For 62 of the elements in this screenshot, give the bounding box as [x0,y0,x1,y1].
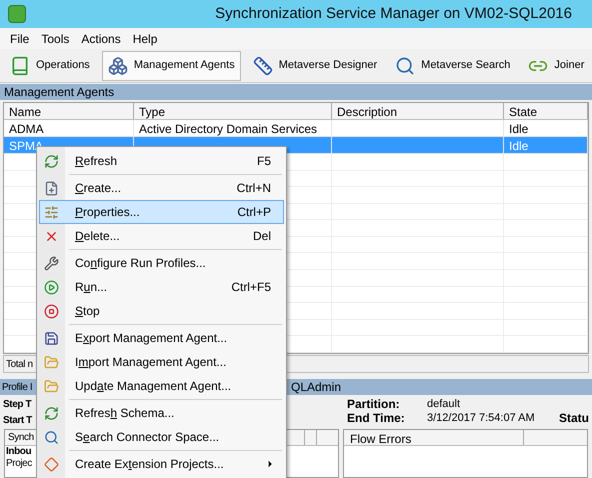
menu-item[interactable]: Import Management Agent... [39,350,284,374]
partition-value: default [427,397,462,411]
menu-item[interactable]: Refresh Schema... [39,401,284,425]
menu-item[interactable]: Stop [39,299,284,323]
start-label: Start T [3,414,32,428]
menu-item[interactable]: Create Extension Projects... [39,452,284,476]
status-label: Statu [559,411,589,425]
column-header[interactable]: Name [4,103,134,119]
toolbar-tab[interactable]: Joiner [522,50,590,80]
toolbar-tab[interactable]: Metaverse Designer [246,50,384,80]
menu-item[interactable]: Search Connector Space... [39,425,284,449]
menu-item[interactable]: Update Management Agent... [39,374,284,398]
menu-item[interactable]: Configure Run Profiles... [39,251,284,275]
refresh-icon [44,406,59,420]
table-cell: Projec [6,458,32,469]
menu-item[interactable]: Delete... Del [39,224,284,248]
total-label: Total n [6,358,33,372]
menu-item[interactable]: Export Management Agent... [39,326,284,350]
toolbar-tab[interactable]: Management Agents [102,50,241,80]
table-cell: Idle [509,122,528,136]
profile-label: Profile I [2,380,34,394]
partition-label: Partition: [347,397,401,411]
stop-icon [44,304,59,318]
shortcut-label: F5 [256,153,271,170]
window-title: Synchronization Service Manager on VM02-SQL2016 [215,4,572,24]
step-label: Step T [3,398,32,412]
column-header[interactable]: Type [134,103,332,119]
book-icon [10,56,30,76]
menu-item[interactable]: Help [126,30,164,48]
table-cell: Active Directory Domain Services [139,122,318,136]
menu-item[interactable]: File [4,30,36,48]
search-icon [395,56,416,76]
end-time-value: 3/12/2017 7:54:07 AM [427,411,536,425]
end-time-label: End Time: [347,411,406,425]
menu-item[interactable]: Create... Ctrl+N [39,176,284,200]
folder-icon [44,354,59,370]
new-file-icon [44,180,59,196]
column-header[interactable]: Synch [8,432,34,443]
menu-item[interactable]: Actions [75,30,127,48]
table-cell: Inbou [6,446,32,457]
menu-item[interactable]: Properties... Ctrl+P [39,200,284,224]
shortcut-label: Ctrl+N [236,180,271,197]
play-icon [44,280,59,294]
shortcut-label: Ctrl+F5 [231,279,271,296]
menu-item[interactable]: Run... Ctrl+F5 [39,275,284,299]
panel-title: Management Agents [4,84,114,101]
folder-icon [44,378,59,394]
shortcut-label: Del [252,228,271,245]
menu-item[interactable]: Tools [35,30,76,48]
profile-user: QLAdmin [291,379,342,396]
save-icon [44,330,59,346]
diamond-icon [44,456,59,472]
toolbar-tab[interactable]: Operations [4,50,96,80]
app-icon [8,5,26,23]
shortcut-label: Ctrl+P [237,204,271,221]
toolbar-tab[interactable]: Metaverse Search [389,50,516,80]
table-cell: Idle [509,139,528,153]
column-header[interactable]: State [504,103,588,119]
search-icon [44,430,59,444]
column-header[interactable]: Description [332,103,504,119]
table-cell: ADMA [9,122,44,136]
refresh-icon [44,154,59,168]
